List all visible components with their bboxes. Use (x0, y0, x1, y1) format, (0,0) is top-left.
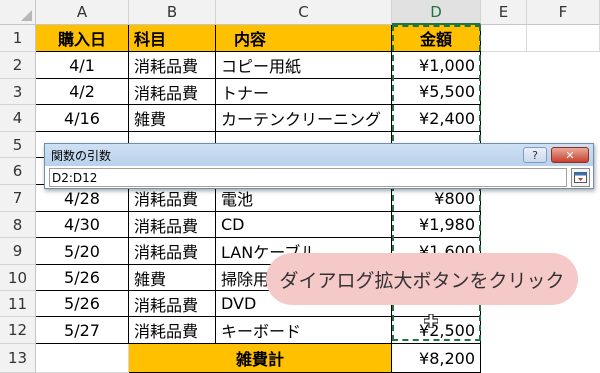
cell-account[interactable]: 消耗品費 (129, 317, 216, 344)
select-all-corner[interactable] (0, 0, 36, 25)
row-header-4[interactable]: 4 (0, 105, 36, 132)
column-header-f[interactable]: F (527, 0, 600, 25)
row-header-11[interactable]: 11 (0, 291, 36, 317)
cell-amount[interactable]: ¥1,000 (392, 52, 481, 79)
cell-date[interactable]: 5/26 (36, 291, 129, 317)
help-button[interactable]: ? (523, 147, 547, 163)
row-header-6[interactable]: 6 (0, 158, 36, 185)
cell-amount[interactable]: ¥1,980 (392, 212, 481, 238)
cell-date[interactable]: 5/26 (36, 265, 129, 291)
cell-account[interactable]: 消耗品費 (129, 52, 216, 79)
cell-account[interactable]: 消耗品費 (129, 291, 216, 317)
row-header-5[interactable]: 5 (0, 132, 36, 158)
row-header-2[interactable]: 2 (0, 52, 36, 79)
total-value-cell[interactable]: ¥8,200 (392, 344, 481, 373)
cell-account[interactable]: 消耗品費 (129, 212, 216, 238)
cell-content[interactable]: コピー用紙 (216, 52, 392, 79)
cell-account[interactable]: 雑費 (129, 105, 216, 132)
column-header-c[interactable]: C (216, 0, 392, 25)
row-header-1[interactable]: 1 (0, 25, 36, 52)
cell-amount[interactable]: ¥2,400 (392, 105, 481, 132)
row-header-10[interactable]: 10 (0, 265, 36, 291)
cell-account[interactable]: 消耗品費 (129, 185, 216, 212)
cell-content[interactable]: トナー (216, 79, 392, 105)
cell-date[interactable]: 4/28 (36, 185, 129, 212)
column-header-e[interactable]: E (481, 0, 527, 25)
cell-content[interactable]: 電池 (216, 185, 392, 212)
close-button[interactable]: ✕ (551, 147, 589, 163)
total-label-cell[interactable]: 雑費計 (129, 344, 392, 373)
header-cell-amount[interactable]: 金額 (392, 25, 481, 52)
cell-date[interactable]: 5/20 (36, 238, 129, 265)
cell-account[interactable]: 雑費 (129, 265, 216, 291)
row-header-8[interactable]: 8 (0, 212, 36, 238)
cell-date[interactable]: 5/27 (36, 317, 129, 344)
cell-content[interactable]: カーテンクリーニング (216, 105, 392, 132)
function-arguments-dialog[interactable]: 関数の引数 ? ✕ D2:D12 (44, 143, 594, 189)
row-header-9[interactable]: 9 (0, 238, 36, 265)
empty-cell[interactable] (36, 344, 129, 373)
row-header-12[interactable]: 12 (0, 317, 36, 344)
column-header-a[interactable]: A (36, 0, 129, 25)
row-header-7[interactable]: 7 (0, 185, 36, 212)
cell-account[interactable]: 消耗品費 (129, 238, 216, 265)
header-cell-account[interactable]: 科目 (129, 25, 216, 52)
instruction-callout: ダイアログ拡大ボタンをクリック (266, 253, 578, 305)
row-header-13[interactable]: 13 (0, 344, 36, 373)
cell-content[interactable]: CD (216, 212, 392, 238)
cell-amount[interactable]: ¥5,500 (392, 79, 481, 105)
header-cell-purchase-date[interactable]: 購入日 (36, 25, 129, 52)
expand-dialog-icon (574, 172, 587, 183)
header-cell-content[interactable]: 内容 (216, 25, 392, 52)
cell-content[interactable]: キーボード (216, 317, 392, 344)
cell-account[interactable]: 消耗品費 (129, 79, 216, 105)
empty-cell[interactable] (481, 25, 527, 52)
row-header-3[interactable]: 3 (0, 79, 36, 105)
cell-date[interactable]: 4/16 (36, 105, 129, 132)
empty-cell[interactable] (527, 25, 600, 52)
range-input[interactable]: D2:D12 (49, 168, 567, 187)
dialog-title: 関数の引数 (45, 144, 593, 166)
cell-date[interactable]: 4/1 (36, 52, 129, 79)
cell-amount[interactable]: ¥800 (392, 185, 481, 212)
expand-dialog-button[interactable] (571, 168, 590, 187)
cell-date[interactable]: 4/2 (36, 79, 129, 105)
cross-cursor-icon (424, 314, 438, 328)
column-header-b[interactable]: B (129, 0, 216, 25)
cell-date[interactable]: 4/30 (36, 212, 129, 238)
column-header-d[interactable]: D (392, 0, 481, 25)
